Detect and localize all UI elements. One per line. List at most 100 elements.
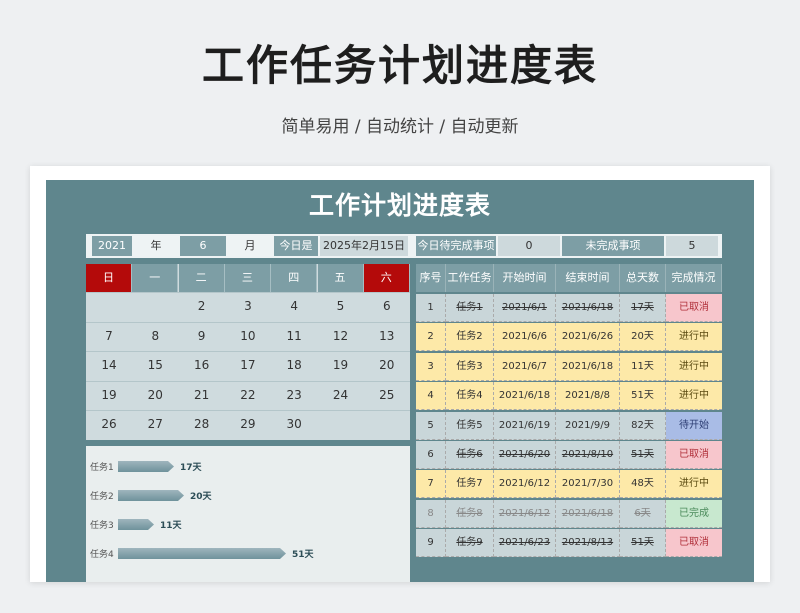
table-cell[interactable]: 任务8 (446, 499, 494, 528)
info-bar: 2021 年 6 月 今日是 2025年2月15日 今日待完成事项 0 未完成事… (86, 234, 722, 258)
table-cell[interactable]: 17天 (620, 294, 666, 322)
calendar-day[interactable]: 28 (179, 410, 225, 439)
table-cell[interactable]: 11天 (620, 352, 666, 381)
calendar-day[interactable]: 18 (271, 351, 317, 380)
calendar-day[interactable]: 13 (364, 322, 410, 351)
spreadsheet: 工作计划进度表 2021 年 6 月 今日是 2025年2月15日 今日待完成事… (46, 180, 754, 582)
calendar-day[interactable]: 15 (132, 351, 178, 380)
calendar-day[interactable] (132, 292, 178, 321)
table-cell[interactable]: 2021/6/18 (556, 294, 620, 322)
table-cell[interactable]: 2021/6/18 (556, 499, 620, 528)
table-cell[interactable]: 2021/6/12 (494, 499, 556, 528)
table-cell[interactable]: 8 (416, 499, 446, 528)
calendar-day[interactable]: 16 (179, 351, 225, 380)
today-value: 2025年2月15日 (320, 236, 408, 256)
calendar-day[interactable]: 11 (271, 322, 317, 351)
table-cell[interactable]: 3 (416, 352, 446, 381)
table-cell[interactable]: 2021/9/9 (556, 411, 620, 440)
calendar-day[interactable]: 22 (225, 381, 271, 410)
bar-label: 任务4 (90, 550, 114, 560)
calendar-day[interactable]: 9 (179, 322, 225, 351)
weekday-header: 五 (317, 264, 364, 292)
weekday-header: 二 (178, 264, 225, 292)
table-cell[interactable]: 2021/6/1 (494, 294, 556, 322)
calendar-day[interactable] (86, 292, 132, 321)
table-cell[interactable]: 7 (416, 470, 446, 499)
status-badge: 已取消 (666, 529, 722, 558)
calendar-day[interactable]: 20 (364, 351, 410, 380)
table-cell[interactable]: 任务7 (446, 470, 494, 499)
calendar-day[interactable]: 29 (225, 410, 271, 439)
table-cell[interactable]: 2 (416, 323, 446, 352)
table-cell[interactable]: 2021/6/18 (556, 352, 620, 381)
calendar-day[interactable]: 19 (318, 351, 364, 380)
table-cell[interactable]: 51天 (620, 529, 666, 558)
calendar-day[interactable]: 23 (271, 381, 317, 410)
table-cell[interactable]: 2021/6/20 (494, 441, 556, 469)
calendar-day[interactable] (364, 410, 410, 439)
calendar-day[interactable] (318, 410, 364, 439)
table-cell[interactable]: 2021/7/30 (556, 470, 620, 499)
table-cell[interactable]: 2021/6/23 (494, 529, 556, 558)
table-cell[interactable]: 任务3 (446, 352, 494, 381)
calendar-day[interactable]: 27 (132, 410, 178, 439)
bar-value: 20天 (190, 492, 212, 502)
table-cell[interactable]: 任务5 (446, 411, 494, 440)
calendar-day[interactable]: 10 (225, 322, 271, 351)
table-cell[interactable]: 6天 (620, 499, 666, 528)
table-cell[interactable]: 2021/6/6 (494, 323, 556, 352)
calendar-day[interactable]: 7 (86, 322, 132, 351)
table-cell[interactable]: 5 (416, 411, 446, 440)
table-cell[interactable]: 9 (416, 529, 446, 558)
table-cell[interactable]: 任务6 (446, 441, 494, 469)
calendar-day[interactable]: 17 (225, 351, 271, 380)
table-header: 总天数 (620, 264, 666, 292)
table-cell[interactable]: 82天 (620, 411, 666, 440)
table-cell[interactable]: 20天 (620, 323, 666, 352)
table-cell[interactable]: 2021/6/19 (494, 411, 556, 440)
table-cell[interactable]: 4 (416, 382, 446, 411)
table-cell[interactable]: 2021/8/10 (556, 441, 620, 469)
table-cell[interactable]: 2021/6/12 (494, 470, 556, 499)
bar-value: 11天 (160, 521, 182, 531)
calendar-day[interactable]: 21 (179, 381, 225, 410)
table-cell[interactable]: 51天 (620, 441, 666, 469)
table-cell[interactable]: 任务4 (446, 382, 494, 411)
calendar-day[interactable]: 20 (132, 381, 178, 410)
table-cell[interactable]: 2021/6/18 (494, 382, 556, 411)
table-cell[interactable]: 6 (416, 441, 446, 469)
calendar-day[interactable]: 4 (271, 292, 317, 321)
duration-bar (118, 490, 184, 501)
calendar-day[interactable]: 19 (86, 381, 132, 410)
table-cell[interactable]: 任务9 (446, 529, 494, 558)
calendar-day[interactable]: 5 (318, 292, 364, 321)
status-badge: 已取消 (666, 294, 722, 322)
page-subtitle: 简单易用 / 自动统计 / 自动更新 (281, 117, 519, 137)
calendar-day[interactable]: 30 (271, 410, 317, 439)
calendar-day[interactable]: 12 (318, 322, 364, 351)
table-cell[interactable]: 任务2 (446, 323, 494, 352)
year-cell[interactable]: 2021 (92, 236, 132, 256)
calendar-day[interactable]: 8 (132, 322, 178, 351)
table-cell[interactable]: 48天 (620, 470, 666, 499)
status-badge: 已完成 (666, 499, 722, 528)
table-cell[interactable]: 2021/8/13 (556, 529, 620, 558)
table-cell[interactable]: 任务1 (446, 294, 494, 322)
calendar-day[interactable]: 25 (364, 381, 410, 410)
calendar-day[interactable]: 24 (318, 381, 364, 410)
calendar-day[interactable]: 6 (364, 292, 410, 321)
calendar-day[interactable]: 2 (179, 292, 225, 321)
calendar-day[interactable]: 3 (225, 292, 271, 321)
month-cell[interactable]: 6 (180, 236, 226, 256)
calendar-day[interactable]: 26 (86, 410, 132, 439)
table-cell[interactable]: 2021/6/7 (494, 352, 556, 381)
table-cell[interactable]: 1 (416, 294, 446, 322)
status-badge: 进行中 (666, 382, 722, 411)
bar-label: 任务3 (90, 521, 114, 531)
calendar-day[interactable]: 14 (86, 351, 132, 380)
table-cell[interactable]: 2021/6/26 (556, 323, 620, 352)
status-badge: 进行中 (666, 352, 722, 381)
table-cell[interactable]: 2021/8/8 (556, 382, 620, 411)
calendar: 日一二三四五六 2 3 4 5 6 7 8 9 10 11 12 13 14 15 16 17 18 19 20 19 2… (86, 264, 410, 440)
table-cell[interactable]: 51天 (620, 382, 666, 411)
